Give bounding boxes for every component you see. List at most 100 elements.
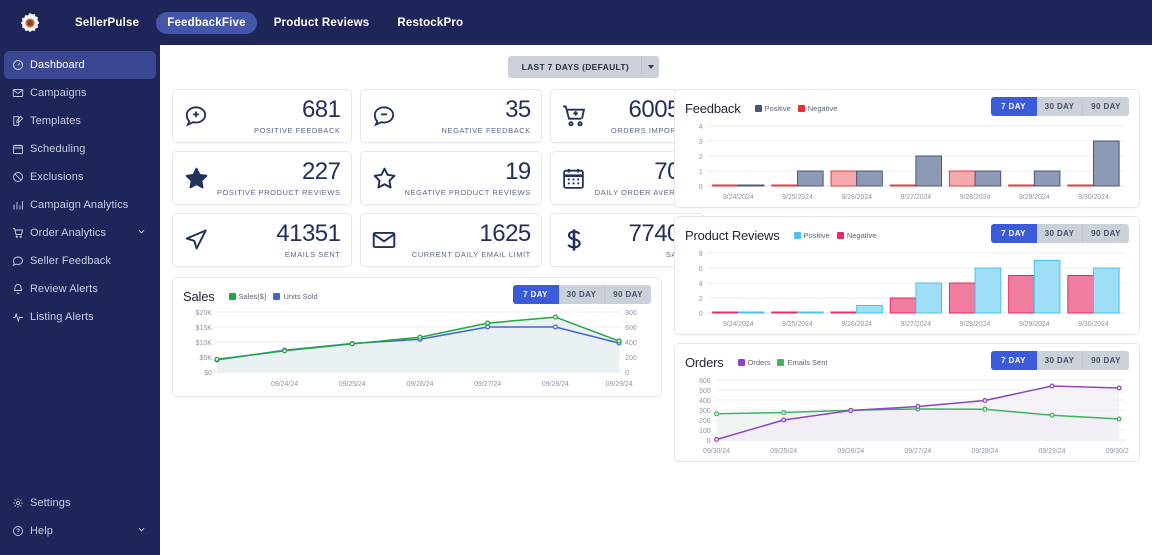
stat-label: NEGATIVE FEEDBACK (441, 125, 531, 135)
question-circle-icon (12, 525, 30, 537)
chevron-down-icon[interactable] (137, 227, 146, 239)
chart-plot-product-reviews: 8 6 4 2 0 9/24/2024 9/25/2024 9/26/2024 … (685, 245, 1129, 337)
chart-plot-feedback: 4 3 2 1 0 9/24/2024 9/25/2024 9/26/2024 … (685, 118, 1129, 210)
svg-text:0: 0 (625, 370, 629, 377)
sidebar-item-campaign-analytics[interactable]: Campaign Analytics (4, 191, 156, 219)
svg-text:$15K: $15K (196, 325, 213, 332)
legend-item-positive: Positive (793, 231, 830, 240)
gear-sun-logo-icon (19, 12, 41, 34)
legend-item-negative: Negative (836, 231, 876, 240)
sidebar-label: Order Analytics (30, 227, 107, 239)
sidebar-item-order-analytics[interactable]: Order Analytics (4, 219, 156, 247)
sidebar-item-campaigns[interactable]: Campaigns (4, 79, 156, 107)
sidebar-label: Campaign Analytics (30, 199, 129, 211)
chat-icon (12, 255, 30, 267)
sidebar-label: Review Alerts (30, 283, 98, 295)
chevron-down-icon[interactable] (641, 56, 659, 78)
range-button-30day[interactable]: 30 DAY (559, 285, 605, 304)
sidebar-item-help[interactable]: Help (4, 517, 156, 545)
range-button-7day[interactable]: 7 DAY (513, 285, 559, 304)
svg-text:0: 0 (699, 311, 703, 318)
stat-label: NEGATIVE PRODUCT REVIEWS (404, 187, 531, 197)
legend-item-orders: Orders (737, 358, 770, 367)
stat-text: 19 NEGATIVE PRODUCT REVIEWS (405, 160, 531, 197)
range-button-90day[interactable]: 90 DAY (605, 285, 651, 304)
sidebar-label: Dashboard (30, 59, 85, 71)
stat-card-emails-sent[interactable]: 41351 EMAILS SENT (172, 213, 352, 267)
chat-plus-icon (183, 103, 217, 129)
range-toggle-sales: 7 DAY 30 DAY 90 DAY (513, 285, 651, 304)
sidebar-item-review-alerts[interactable]: Review Alerts (4, 275, 156, 303)
range-button-30day[interactable]: 30 DAY (1037, 351, 1083, 370)
range-button-7day[interactable]: 7 DAY (991, 224, 1037, 243)
svg-text:100: 100 (699, 428, 711, 435)
stat-text: 1625 CURRENT DAILY EMAIL LIMIT (405, 222, 531, 259)
legend-item-sales: Sales($) (228, 292, 266, 301)
svg-text:300: 300 (699, 408, 711, 415)
svg-text:09/28/24: 09/28/24 (972, 448, 999, 455)
app-logo[interactable] (10, 12, 50, 34)
range-button-7day[interactable]: 7 DAY (991, 351, 1037, 370)
y-axis-feedback: 4 3 2 1 0 (699, 124, 703, 191)
page-body: Dashboard Campaigns Templates Scheduling… (0, 45, 1152, 555)
top-navigation-bar: SellerPulse FeedbackFive Product Reviews… (0, 0, 1152, 45)
sidebar-item-dashboard[interactable]: Dashboard (4, 51, 156, 79)
legend-swatch (273, 292, 281, 300)
svg-text:09/26/24: 09/26/24 (406, 381, 433, 388)
stat-card-negative-product-reviews[interactable]: 19 NEGATIVE PRODUCT REVIEWS (359, 151, 542, 205)
sidebar-item-exclusions[interactable]: Exclusions (4, 163, 156, 191)
sidebar-item-settings[interactable]: Settings (4, 489, 156, 517)
bar-chart-icon (12, 199, 30, 211)
nav-item-feedbackfive[interactable]: FeedbackFive (156, 11, 257, 34)
nav-item-sellerpulse[interactable]: SellerPulse (64, 12, 150, 34)
stat-value: 35 (505, 97, 531, 123)
stat-label: POSITIVE PRODUCT REVIEWS (217, 187, 341, 197)
stat-value: 41351 (276, 221, 341, 247)
date-range-selector[interactable]: LAST 7 DAYS (DEFAULT) (507, 56, 659, 78)
range-button-90day[interactable]: 90 DAY (1083, 224, 1129, 243)
sidebar-item-templates[interactable]: Templates (4, 107, 156, 135)
chart-legend-feedback: Positive Negative (754, 104, 837, 113)
chat-minus-icon (371, 103, 405, 129)
sidebar-item-scheduling[interactable]: Scheduling (4, 135, 156, 163)
edit-square-icon (12, 115, 30, 127)
stat-card-negative-feedback[interactable]: 35 NEGATIVE FEEDBACK (359, 89, 542, 143)
range-button-90day[interactable]: 90 DAY (1083, 351, 1129, 370)
stat-card-current-daily-email-limit[interactable]: 1625 CURRENT DAILY EMAIL LIMIT (359, 213, 542, 267)
x-axis-sales: 09/24/24 09/25/24 09/26/24 09/27/24 09/2… (271, 381, 633, 388)
legend-item-units-sold: Units Sold (273, 292, 318, 301)
svg-text:09/25/24: 09/25/24 (339, 381, 366, 388)
range-button-7day[interactable]: 7 DAY (991, 97, 1037, 116)
svg-text:400: 400 (625, 340, 637, 347)
right-column-top-spacer (674, 45, 1140, 89)
sidebar-item-listing-alerts[interactable]: Listing Alerts (4, 303, 156, 331)
stat-value: 1625 (479, 221, 531, 247)
stat-text: 681 POSITIVE FEEDBACK (217, 97, 341, 135)
range-button-30day[interactable]: 30 DAY (1037, 97, 1083, 116)
sidebar-item-seller-feedback[interactable]: Seller Feedback (4, 247, 156, 275)
chart-legend-sales: Sales($) Units Sold (228, 292, 318, 301)
stat-card-positive-product-reviews[interactable]: 227 POSITIVE PRODUCT REVIEWS (172, 151, 352, 205)
chevron-down-icon[interactable] (137, 525, 146, 537)
range-button-30day[interactable]: 30 DAY (1037, 224, 1083, 243)
y-axis-left: $20K $15K $10K $5K $0 (196, 310, 213, 377)
svg-text:9/25/2024: 9/25/2024 (782, 321, 813, 328)
svg-text:$5K: $5K (199, 355, 212, 362)
sidebar-label: Templates (30, 115, 82, 127)
svg-text:9/30/2024: 9/30/2024 (1078, 321, 1109, 328)
stat-value: 681 (301, 97, 341, 123)
svg-text:3: 3 (699, 139, 703, 146)
legend-item-positive: Positive (754, 104, 791, 113)
range-button-90day[interactable]: 90 DAY (1083, 97, 1129, 116)
legend-swatch (797, 104, 805, 112)
nav-item-restockpro[interactable]: RestockPro (386, 12, 474, 34)
svg-text:1: 1 (699, 169, 703, 176)
stat-card-positive-feedback[interactable]: 681 POSITIVE FEEDBACK (172, 89, 352, 143)
svg-text:200: 200 (625, 355, 637, 362)
svg-text:800: 800 (625, 310, 637, 317)
app-root: SellerPulse FeedbackFive Product Reviews… (0, 0, 1152, 555)
svg-text:9/24/2024: 9/24/2024 (723, 321, 754, 328)
nav-item-product-reviews[interactable]: Product Reviews (263, 12, 381, 34)
chart-legend-orders: Orders Emails Sent (737, 358, 827, 367)
gauge-icon (12, 59, 30, 71)
